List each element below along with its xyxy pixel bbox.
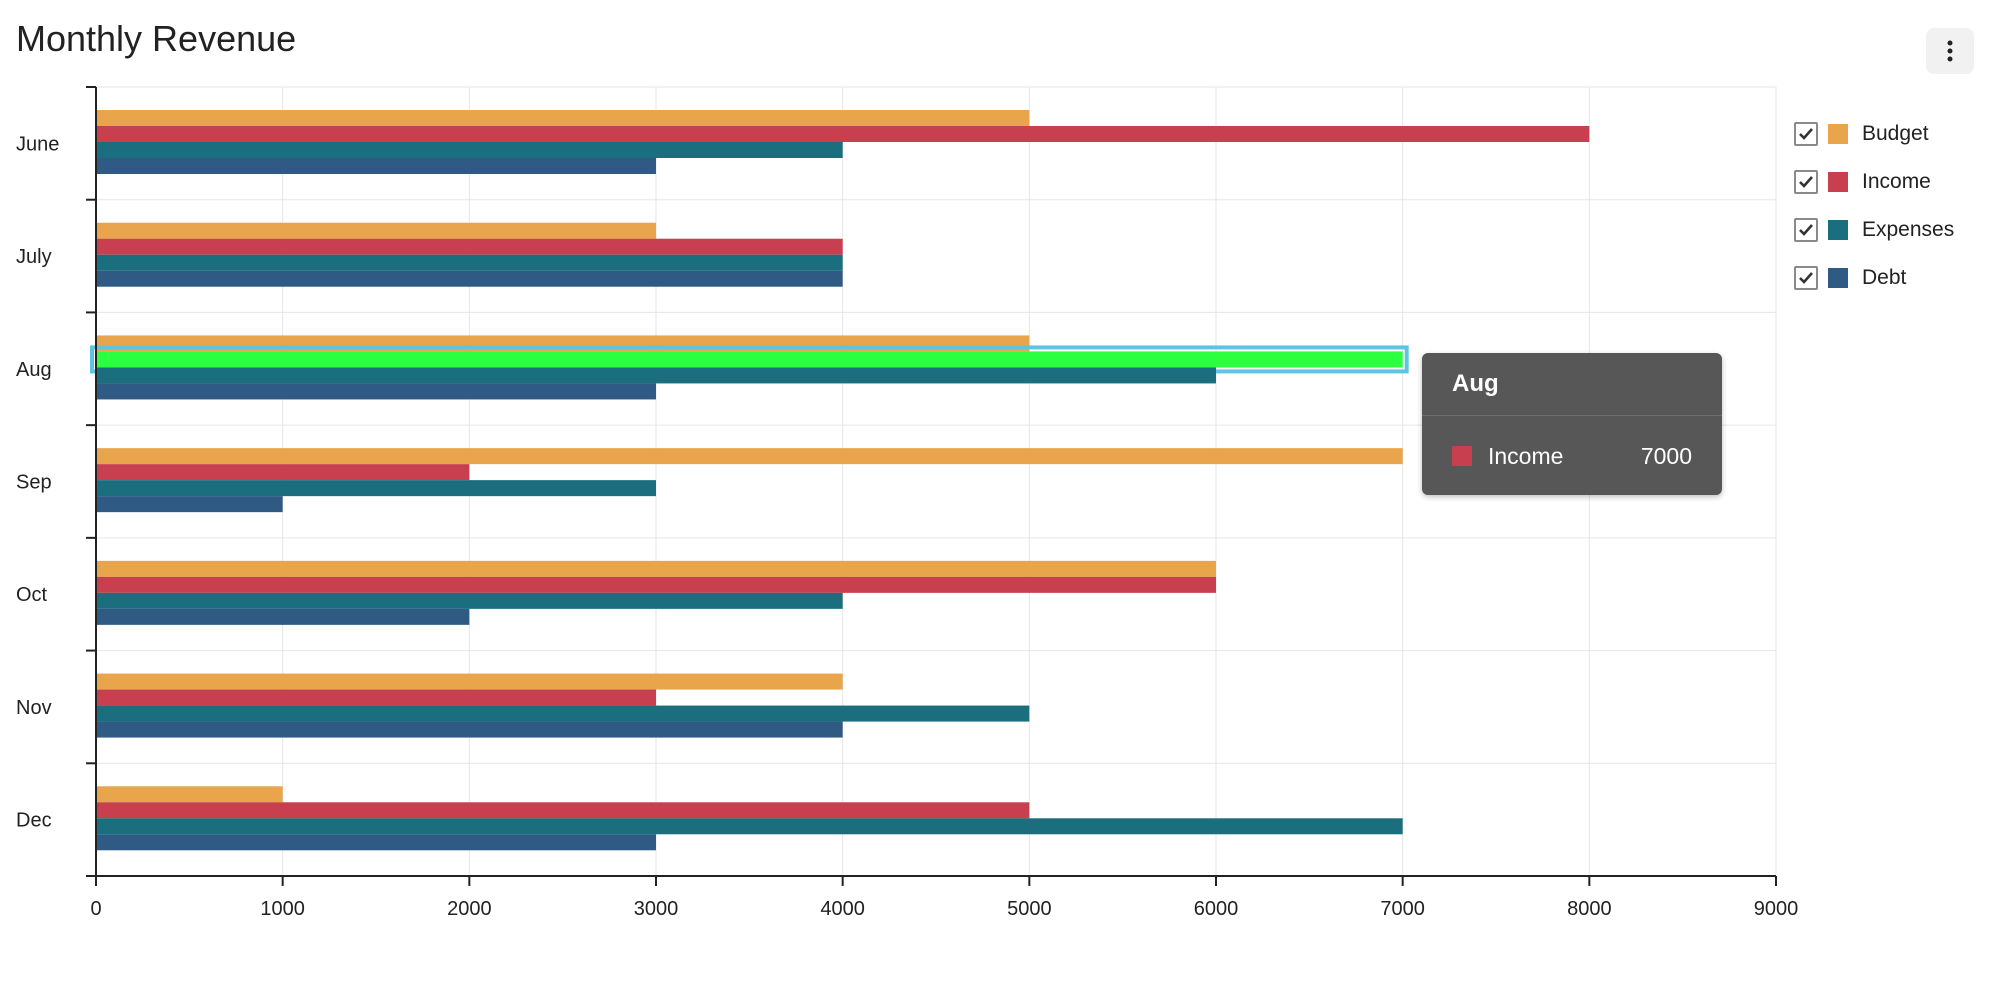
x-tick-label: 3000 — [634, 898, 679, 920]
checkbox-icon[interactable] — [1794, 218, 1818, 242]
checkbox-icon[interactable] — [1794, 122, 1818, 146]
y-tick-label: Dec — [16, 810, 52, 832]
x-tick-label: 0 — [90, 898, 101, 920]
bar-income-sep — [96, 464, 470, 481]
bar-debt-sep — [96, 496, 283, 513]
checkbox-icon[interactable] — [1794, 266, 1818, 290]
y-tick-label: Oct — [16, 584, 48, 606]
legend-item-expenses[interactable]: Expenses — [1794, 206, 1954, 254]
x-tick-label: 9000 — [1754, 898, 1799, 920]
x-tick-label: 4000 — [820, 898, 865, 920]
bar-income-june — [96, 126, 1590, 142]
bar-budget-oct — [96, 560, 1216, 577]
bar-expenses-dec — [96, 818, 1403, 835]
bar-budget-july — [96, 222, 656, 239]
bar-income-july — [96, 238, 843, 255]
legend-swatch-expenses — [1828, 220, 1848, 240]
x-tick-label: 6000 — [1194, 898, 1239, 920]
bar-debt-nov — [96, 721, 843, 738]
tooltip-swatch-income — [1452, 446, 1472, 466]
checkmark-icon — [1799, 176, 1813, 188]
bar-income-aug — [96, 351, 1403, 368]
x-tick-label: 2000 — [447, 898, 492, 920]
legend-swatch-income — [1828, 172, 1848, 192]
bar-budget-nov — [96, 673, 843, 690]
bar-income-oct — [96, 576, 1216, 593]
y-tick-label: Nov — [16, 697, 52, 719]
bar-debt-aug — [96, 383, 656, 400]
bar-expenses-aug — [96, 367, 1216, 384]
legend-item-debt[interactable]: Debt — [1794, 254, 1954, 302]
legend-label: Debt — [1862, 266, 1907, 289]
bar-expenses-nov — [96, 705, 1030, 722]
checkmark-icon — [1799, 224, 1813, 236]
bar-expenses-june — [96, 142, 843, 158]
bar-income-nov — [96, 689, 656, 706]
legend-swatch-budget — [1828, 124, 1848, 144]
tooltip-series-label: Income — [1488, 442, 1564, 469]
bar-budget-june — [96, 110, 1030, 126]
bar-chart: June July Aug Sep Oct Nov Dec 0 1000 2000 3000 4000… — [16, 86, 1799, 920]
bar-debt-june — [96, 158, 656, 174]
checkmark-icon — [1799, 272, 1813, 284]
y-tick-label: Sep — [16, 472, 52, 494]
legend-swatch-debt — [1828, 268, 1848, 288]
x-tick-label: 1000 — [260, 898, 305, 920]
legend-item-income[interactable]: Income — [1794, 158, 1954, 206]
checkmark-icon — [1799, 128, 1813, 140]
bar-budget-sep — [96, 448, 1403, 465]
bar-debt-oct — [96, 608, 470, 625]
x-tick-label: 5000 — [1007, 898, 1052, 920]
legend-label: Income — [1862, 170, 1931, 193]
checkbox-icon[interactable] — [1794, 170, 1818, 194]
legend-label: Budget — [1862, 122, 1929, 145]
bar-expenses-july — [96, 254, 843, 271]
bar-expenses-sep — [96, 480, 656, 497]
x-tick-label: 8000 — [1567, 898, 1612, 920]
y-tick-label: June — [16, 133, 59, 155]
legend-label: Expenses — [1862, 218, 1955, 241]
bar-budget-dec — [96, 786, 283, 803]
tooltip-title: Aug — [1422, 353, 1722, 416]
y-tick-label: Aug — [16, 359, 52, 381]
bar-income-dec — [96, 802, 1030, 819]
tooltip-row: Income 7000 — [1422, 416, 1722, 496]
bar-debt-july — [96, 270, 843, 287]
bar-expenses-oct — [96, 592, 843, 609]
bar-debt-dec — [96, 834, 656, 851]
chart-tooltip: Aug Income 7000 — [1422, 353, 1722, 495]
chart-legend: Budget Income Expenses Debt — [1794, 110, 1954, 302]
tooltip-value: 7000 — [1640, 442, 1692, 469]
y-tick-label: July — [16, 246, 52, 268]
legend-item-budget[interactable]: Budget — [1794, 110, 1954, 158]
x-tick-label: 7000 — [1380, 898, 1425, 920]
